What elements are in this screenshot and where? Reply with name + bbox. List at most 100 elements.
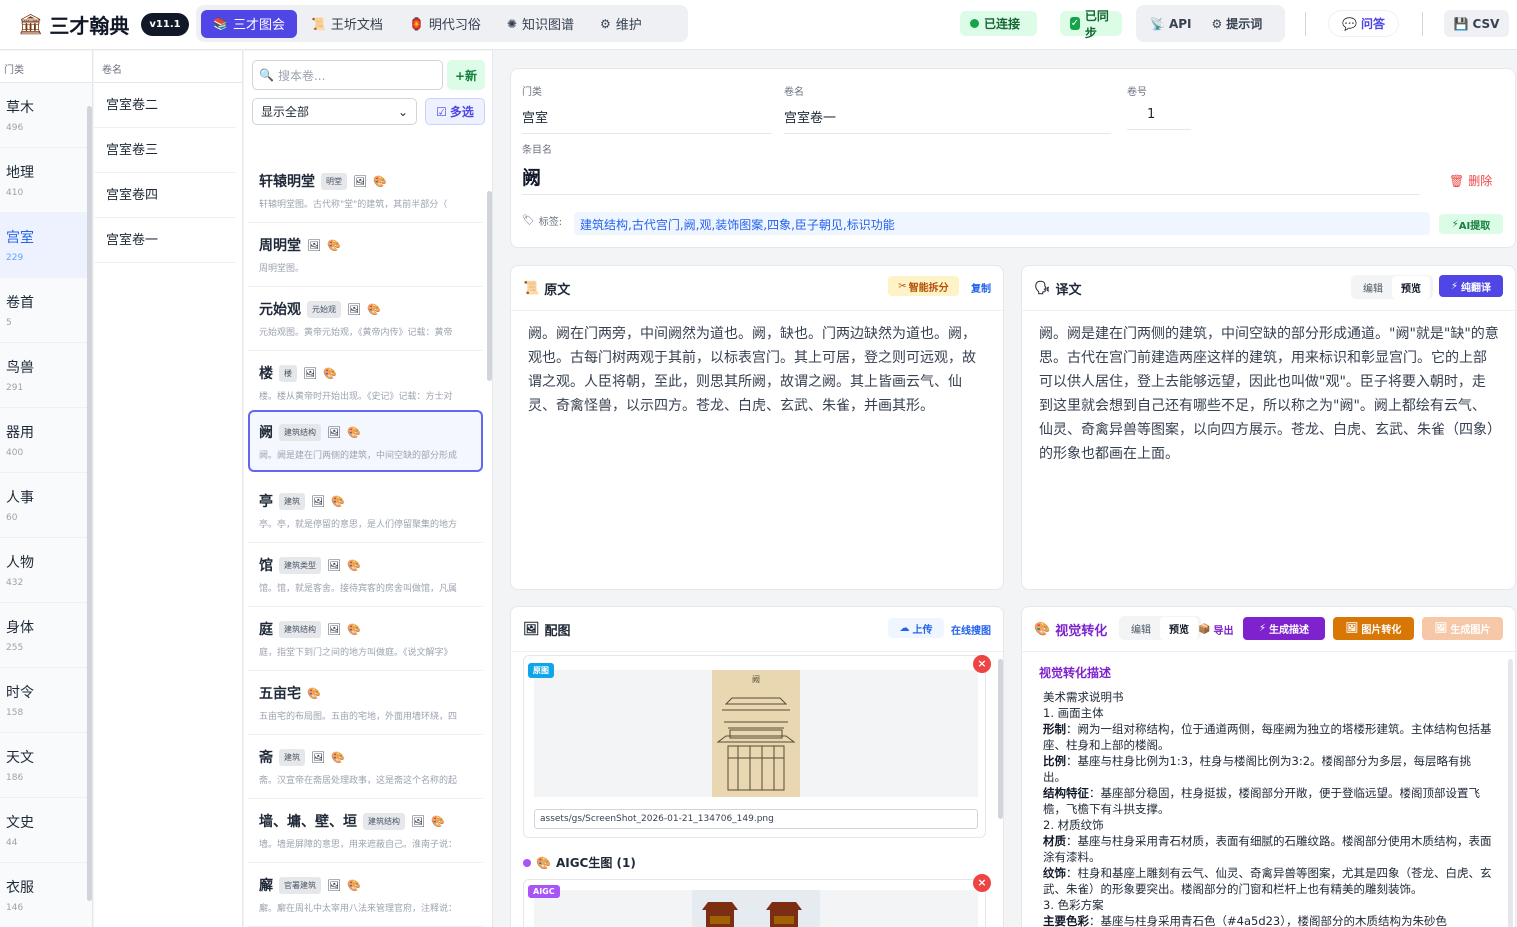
volume-field[interactable]: 宫室卷一 <box>784 107 1111 134</box>
category-header: 门类 <box>0 51 92 83</box>
check-icon: ✓ <box>1070 17 1080 30</box>
gate-illustration-image[interactable]: 阙 <box>534 670 978 797</box>
generate-image-button[interactable]: 🖼 生成图片 <box>1422 617 1503 640</box>
satellite-icon: 📡 <box>1150 16 1165 31</box>
entry-list: 轩辕明堂 明堂 🖼 🎨 轩辕明堂图。古代称"堂"的建筑，其前半部分（ 周明堂 🖼 🎨 周明… <box>244 133 492 927</box>
volume-item[interactable]: 宫室卷三 <box>94 128 236 173</box>
category-item[interactable]: 器用 400 <box>0 408 92 473</box>
edit-tab[interactable]: 编辑 <box>1354 276 1392 299</box>
smart-split-button[interactable]: ✂ 智能拆分 <box>888 276 959 296</box>
category-item-active[interactable]: 宫室 229 <box>0 213 92 278</box>
volume-field-label: 卷名 <box>784 87 804 98</box>
divider <box>1022 651 1515 652</box>
tab-maintenance[interactable]: ⚙ 维护 <box>588 10 654 38</box>
category-scrollbar[interactable] <box>87 106 92 901</box>
ai-extract-button[interactable]: ⚡ AI提取 <box>1439 214 1503 234</box>
lightning-icon: ⚡ <box>1451 218 1459 230</box>
gear-icon: ⚙ <box>599 16 611 31</box>
divider <box>511 310 1003 311</box>
main-nav: 📚 三才图会 📜 王圻文档 🏮 明代习俗 ✺ 知识图谱 ⚙ 维护 <box>196 5 688 42</box>
tags-input[interactable]: 建筑结构,古代宫门,阙,观,装饰图案,四象,臣子朝见,标识功能 <box>574 212 1430 235</box>
volume-header: 卷名 <box>94 51 242 83</box>
volume-item[interactable]: 宫室卷二 <box>94 83 236 128</box>
entry-item[interactable]: 五亩宅 🎨 五亩宅的布局图。五亩的宅地，外面用墙环绕，四 <box>248 673 483 735</box>
entry-item[interactable]: 斋建筑 🖼 🎨 斋。汉宣帝在斋居处理政事，这是斋这个名称的起 <box>248 737 483 799</box>
image-icon: 🖼 <box>1345 623 1359 634</box>
category-field[interactable]: 宫室 <box>522 107 772 134</box>
entry-item-active[interactable]: 阙建筑结构 🖼 🎨 阙。阙是建在门两侧的建筑，中间空缺的部分形成 <box>248 410 483 472</box>
original-text[interactable]: 阙。阙在门两旁，中间阙然为道也。阙，缺也。门两边缺然为道也。阙， 观也。古每门树… <box>528 322 993 418</box>
entry-item[interactable]: 元始观 元始观 🖼 🎨 元始观图。黄帝元始观，《黄帝内传》记载：黄帝 <box>248 289 483 351</box>
volume-item[interactable]: 宫室卷四 <box>94 173 236 218</box>
volno-field[interactable]: 1 <box>1127 107 1191 130</box>
version-badge: v11.1 <box>141 12 189 36</box>
images-scrollbar[interactable] <box>998 659 1003 819</box>
delete-button[interactable]: 🗑 删除 <box>1449 172 1492 189</box>
entry-item[interactable]: 馆建筑类型 🖼 🎨 馆。馆，就是客舍。接待宾客的房舍叫做馆，凡属 <box>248 545 483 607</box>
image-icon: 🖼 <box>353 174 367 188</box>
entry-item[interactable]: 轩辕明堂 明堂 🖼 🎨 轩辕明堂图。古代称"堂"的建筑，其前半部分（ <box>248 161 483 223</box>
category-item[interactable]: 时令 158 <box>0 668 92 733</box>
visual-description-text[interactable]: 美术需求说明书 1. 画面主体 形制：阙为一组对称结构，位于通道两侧，每座阙为独… <box>1043 689 1493 927</box>
image-convert-button[interactable]: 🖼 图片转化 <box>1333 617 1414 640</box>
generate-description-button[interactable]: ⚡ 生成描述 <box>1243 617 1325 640</box>
visual-conversion-panel: 🎨 视觉转化 编辑 预览 📦 导出 ⚡ 生成描述 🖼 图片转化 🖼 生成图片 视觉转化描述… <box>1021 606 1516 927</box>
entry-item[interactable]: 周明堂 🖼 🎨 周明堂图。 <box>248 225 483 287</box>
palette-icon: 🎨 <box>330 494 345 508</box>
entry-item[interactable]: 亭建筑 🖼 🎨 亭。亭，就是停留的意思，是人们停留聚集的地方 <box>248 481 483 543</box>
category-item[interactable]: 草木 496 <box>0 83 92 148</box>
prompt-button[interactable]: ⚙ 提示词 <box>1204 10 1271 38</box>
tab-sancai[interactable]: 📚 三才图会 <box>201 9 297 38</box>
edit-tab[interactable]: 编辑 <box>1122 617 1160 640</box>
translation-text[interactable]: 阙。阙是建在门两侧的建筑，中间空缺的部分形成通道。"阙"就是"缺"的意 思。古代… <box>1039 322 1509 466</box>
tab-knowledge-graph[interactable]: ✺ 知识图谱 <box>495 10 586 38</box>
remove-aigc-button[interactable]: × <box>973 874 991 892</box>
volume-column: 卷名 宫室卷二 宫室卷三 宫室卷四 宫室卷一 <box>94 51 243 927</box>
category-item[interactable]: 文史 44 <box>0 798 92 863</box>
aigc-image-card: AIGC <box>523 879 986 927</box>
copy-button[interactable]: 复制 <box>971 280 991 295</box>
category-item[interactable]: 天文 186 <box>0 733 92 798</box>
category-item[interactable]: 人事 60 <box>0 473 92 538</box>
tab-wangqi[interactable]: 📜 王圻文档 <box>299 10 395 38</box>
palette-icon: 🎨 <box>536 855 551 870</box>
online-search-button[interactable]: 在线搜图 <box>951 622 991 637</box>
entry-item[interactable]: 楼楼 🖼 🎨 楼。楼从黄帝时开始出现。《史记》记载：方士对 <box>248 353 483 415</box>
aigc-image[interactable] <box>524 880 987 927</box>
entry-item[interactable]: 庭建筑结构 🖼 🎨 庭，指堂下到门之间的地方叫做庭。《说文解字》 <box>248 609 483 671</box>
category-item[interactable]: 人物 432 <box>0 538 92 603</box>
floppy-icon: 💾 <box>1453 16 1469 31</box>
remove-image-button[interactable]: × <box>973 655 991 673</box>
category-item[interactable]: 衣服 146 <box>0 863 92 927</box>
volno-field-label: 卷号 <box>1127 87 1147 98</box>
entry-name-field[interactable]: 阙 <box>522 163 1420 195</box>
entry-search-input[interactable]: 🔍 搜本卷... <box>252 60 443 90</box>
category-item[interactable]: 卷首 5 <box>0 278 92 343</box>
aigc-section-title: 🎨 AIGC生图 (1) <box>523 854 636 871</box>
entry-item[interactable]: 廨官署建筑 🖼 🎨 廨。廨在周礼中太宰用八法来管理官府，注释说： <box>248 865 483 927</box>
upload-button[interactable]: ☁ 上传 <box>888 618 944 638</box>
api-button[interactable]: 📡 API <box>1142 10 1200 38</box>
entry-column: 🔍 搜本卷... +新 显示全部 ⌄ ☑ 多选 轩辕明堂 明堂 🖼 🎨 轩辕明堂图。古代称"… <box>244 51 493 927</box>
export-button[interactable]: 📦 导出 <box>1198 622 1233 637</box>
multi-select-button[interactable]: ☑ 多选 <box>425 98 485 125</box>
tab-customs[interactable]: 🏮 明代习俗 <box>397 10 493 38</box>
entry-item[interactable]: 墙、墉、壁、垣 建筑结构 🖼 🎨 墙。墙是屏障的意思，用来遮蔽自己。淮南子说： <box>248 801 483 863</box>
ask-button[interactable]: 💬 问答 <box>1328 10 1399 37</box>
category-item[interactable]: 地理 410 <box>0 148 92 213</box>
new-entry-button[interactable]: +新 <box>447 60 485 90</box>
filter-select[interactable]: 显示全部 ⌄ <box>252 98 417 125</box>
preview-tab[interactable]: 预览 <box>1160 616 1198 640</box>
lantern-icon: 🏮 <box>408 16 424 31</box>
entry-scrollbar[interactable] <box>487 191 492 381</box>
checkbox-icon: ☑ <box>436 104 447 119</box>
csv-button[interactable]: 💾 CSV <box>1444 10 1509 37</box>
visual-scrollbar[interactable] <box>1508 659 1513 927</box>
image-path-input[interactable]: assets/gs/ScreenShot_2026-01-21_134706_1… <box>534 809 978 829</box>
category-item[interactable]: 鸟兽 291 <box>0 343 92 408</box>
translate-button[interactable]: ⚡ 纯翻译 <box>1439 275 1503 297</box>
status-dot-icon <box>970 19 979 28</box>
category-item[interactable]: 身体 255 <box>0 603 92 668</box>
preview-tab[interactable]: 预览 <box>1392 275 1430 299</box>
volume-item[interactable]: 宫室卷一 <box>94 218 236 263</box>
